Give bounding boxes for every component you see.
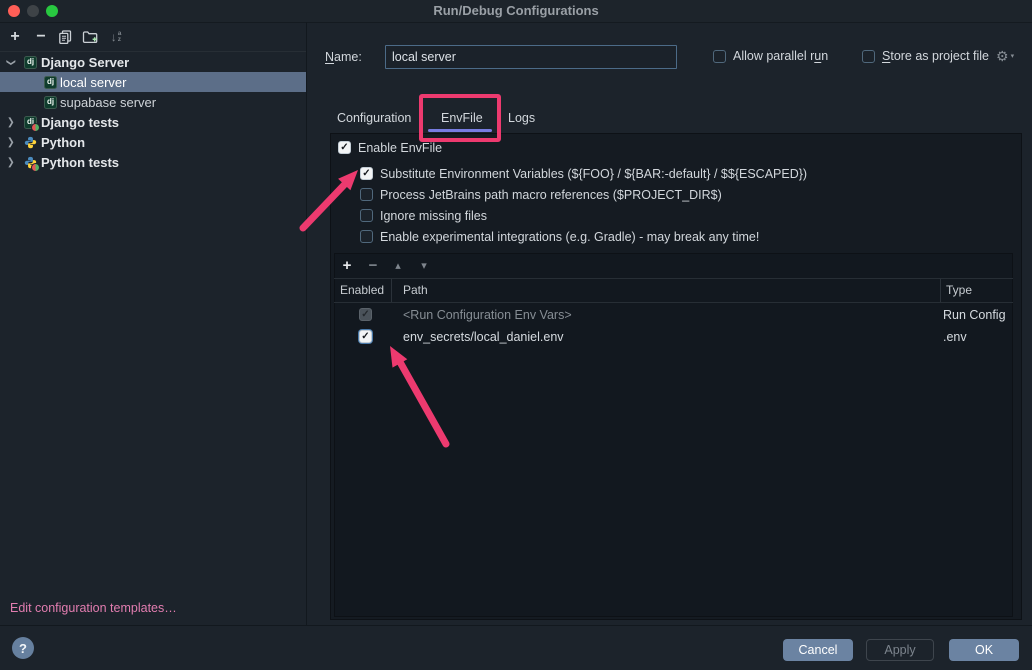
help-button[interactable]: ?: [12, 637, 34, 659]
sort-az-icon: ↓: [111, 31, 117, 43]
apply-button[interactable]: Apply: [866, 639, 934, 661]
allow-parallel-run-option[interactable]: Allow parallel run: [713, 49, 828, 63]
tab-logs[interactable]: Logs: [508, 106, 535, 130]
tree-item-label: supabase server: [60, 95, 156, 110]
table-move-down-button[interactable]: ▾: [417, 257, 431, 273]
tree-item-django-tests[interactable]: ❯ dj Django tests: [0, 112, 306, 132]
ignore-missing-files-checkbox[interactable]: [360, 209, 373, 222]
footer-separator: [0, 625, 1032, 626]
copy-icon: [58, 30, 72, 44]
panel-divider: [306, 22, 307, 625]
triangle-down-icon: ▾: [421, 259, 427, 272]
enable-envfile-option[interactable]: ✓ Enable EnvFile: [338, 140, 442, 155]
allow-parallel-run-checkbox[interactable]: [713, 50, 726, 63]
tree-item-python-tests[interactable]: ❯ Python tests: [0, 152, 306, 172]
django-icon: dj: [44, 76, 57, 89]
minus-icon: −: [36, 29, 45, 45]
table-add-button[interactable]: +: [340, 257, 354, 273]
plus-icon: +: [10, 29, 19, 45]
process-path-macro-option[interactable]: Process JetBrains path macro references …: [360, 187, 722, 202]
tree-item-label: Django tests: [41, 115, 119, 130]
store-as-project-file-checkbox[interactable]: [862, 50, 875, 63]
tree-item-django-server[interactable]: ❯ dj Django Server: [0, 52, 306, 72]
store-as-project-file-option[interactable]: Store as project file ⚙▾: [862, 49, 1014, 63]
row-type: .env: [943, 330, 967, 344]
gear-icon[interactable]: ⚙: [996, 49, 1009, 63]
table-remove-button[interactable]: −: [366, 257, 380, 273]
chevron-right-icon[interactable]: ❯: [7, 156, 15, 168]
column-header-path[interactable]: Path: [403, 283, 428, 297]
remove-configuration-button[interactable]: −: [32, 28, 50, 46]
process-path-macro-checkbox[interactable]: [360, 188, 373, 201]
python-tests-icon: [24, 156, 37, 169]
column-header-enabled[interactable]: Enabled: [340, 283, 384, 297]
tree-item-local-server[interactable]: dj local server: [0, 72, 306, 92]
name-input[interactable]: [385, 45, 677, 69]
triangle-up-icon: ▴: [395, 259, 401, 272]
django-tests-icon: dj: [24, 116, 37, 129]
table-move-up-button[interactable]: ▴: [391, 257, 405, 273]
run-debug-configurations-dialog: Run/Debug Configurations + − ↓ a z ❯ dj …: [0, 0, 1032, 670]
row-enabled-checkbox-disabled: ✓: [359, 308, 372, 321]
column-separator: [391, 279, 392, 302]
row-path: <Run Configuration Env Vars>: [403, 308, 572, 322]
minus-icon: −: [369, 257, 378, 274]
experimental-integrations-option[interactable]: Enable experimental integrations (e.g. G…: [360, 229, 759, 244]
copy-configuration-button[interactable]: [56, 28, 74, 46]
active-tab-indicator: [428, 129, 492, 132]
option-label: Substitute Environment Variables (${FOO}…: [380, 167, 807, 181]
row-enabled-checkbox[interactable]: ✓: [359, 330, 372, 343]
row-type: Run Config: [943, 308, 1006, 322]
tab-configuration[interactable]: Configuration: [337, 106, 411, 130]
table-row[interactable]: ✓ env_secrets/local_daniel.env .env: [334, 326, 1013, 348]
table-row[interactable]: ✓ <Run Configuration Env Vars> Run Confi…: [334, 304, 1013, 326]
tab-envfile[interactable]: EnvFile: [441, 106, 483, 130]
dialog-title: Run/Debug Configurations: [0, 3, 1032, 18]
ignore-missing-files-option[interactable]: Ignore missing files: [360, 208, 487, 223]
option-label: Enable experimental integrations (e.g. G…: [380, 230, 759, 244]
plus-icon: +: [343, 257, 352, 274]
chevron-down-icon: ▾: [1011, 53, 1015, 60]
table-header-separator: [334, 302, 1013, 303]
tree-item-label: Django Server: [41, 55, 129, 70]
tree-item-label: local server: [60, 75, 126, 90]
cancel-button[interactable]: Cancel: [783, 639, 853, 661]
enable-envfile-checkbox[interactable]: ✓: [338, 141, 351, 154]
store-as-project-file-label: Store as project file: [882, 49, 989, 63]
edit-configuration-templates-link[interactable]: Edit configuration templates…: [10, 601, 177, 615]
tree-item-supabase-server[interactable]: dj supabase server: [0, 92, 306, 112]
folder-plus-icon: [82, 30, 98, 44]
chevron-down-icon[interactable]: ❯: [5, 58, 16, 66]
sort-configurations-button[interactable]: ↓ a z: [107, 28, 125, 46]
tree-item-python[interactable]: ❯ Python: [0, 132, 306, 152]
django-icon: dj: [44, 96, 57, 109]
table-toolbar-separator: [334, 278, 1013, 279]
chevron-right-icon[interactable]: ❯: [7, 136, 15, 148]
django-icon: dj: [24, 56, 37, 69]
tree-item-label: Python tests: [41, 155, 119, 170]
row-path: env_secrets/local_daniel.env: [403, 330, 564, 344]
new-folder-button[interactable]: [81, 28, 99, 46]
sort-letter-z: z: [118, 37, 122, 43]
tree-item-label: Python: [41, 135, 85, 150]
column-header-type[interactable]: Type: [946, 283, 972, 297]
question-mark-icon: ?: [19, 641, 27, 656]
option-label: Enable EnvFile: [358, 141, 442, 155]
substitute-env-vars-checkbox[interactable]: ✓: [360, 167, 373, 180]
python-icon: [24, 136, 37, 149]
option-label: Ignore missing files: [380, 209, 487, 223]
experimental-integrations-checkbox[interactable]: [360, 230, 373, 243]
chevron-right-icon[interactable]: ❯: [7, 116, 15, 128]
option-label: Process JetBrains path macro references …: [380, 188, 722, 202]
substitute-env-vars-option[interactable]: ✓ Substitute Environment Variables (${FO…: [360, 166, 807, 181]
allow-parallel-run-label: Allow parallel run: [733, 49, 828, 63]
name-label: Name:: [325, 50, 362, 64]
ok-button[interactable]: OK: [949, 639, 1019, 661]
column-separator: [940, 279, 941, 302]
add-configuration-button[interactable]: +: [6, 28, 24, 46]
